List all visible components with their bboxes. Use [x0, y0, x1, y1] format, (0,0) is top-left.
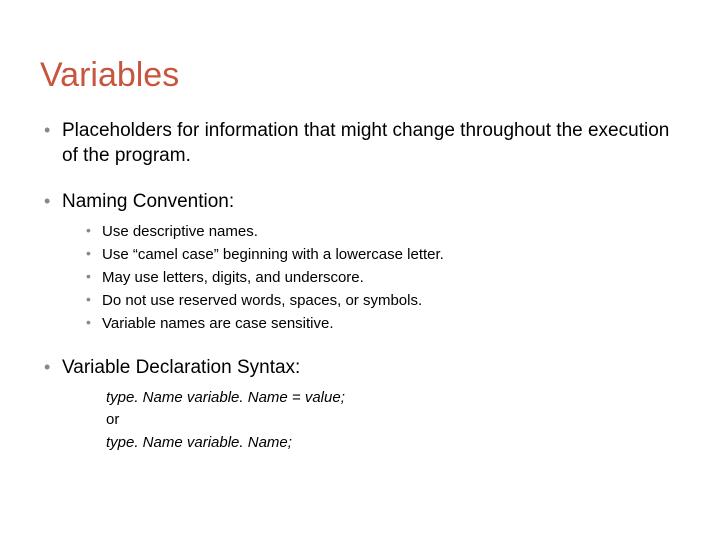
bullet-list: Placeholders for information that might … — [40, 119, 680, 454]
sub-bullet-item: Do not use reserved words, spaces, or sy… — [84, 290, 680, 311]
sub-bullet-item: Use descriptive names. — [84, 221, 680, 242]
sub-bullet-item: Variable names are case sensitive. — [84, 313, 680, 334]
syntax-line: type. Name variable. Name = value; — [106, 387, 680, 410]
syntax-or: or — [106, 409, 680, 432]
syntax-block: type. Name variable. Name = value; or ty… — [106, 387, 680, 455]
slide: Variables Placeholders for information t… — [0, 0, 720, 540]
bullet-text: Variable Declaration Syntax: — [62, 357, 300, 378]
syntax-line: type. Name variable. Name; — [106, 432, 680, 455]
sub-bullet-list: Use descriptive names. Use “camel case” … — [84, 221, 680, 334]
bullet-text: Placeholders for information that might … — [62, 120, 669, 166]
bullet-item: Naming Convention: Use descriptive names… — [40, 190, 680, 334]
bullet-item: Variable Declaration Syntax: type. Name … — [40, 356, 680, 454]
bullet-text: Naming Convention: — [62, 191, 234, 212]
sub-bullet-item: May use letters, digits, and underscore. — [84, 267, 680, 288]
sub-bullet-item: Use “camel case” beginning with a lowerc… — [84, 244, 680, 265]
slide-title: Variables — [40, 56, 680, 95]
bullet-item: Placeholders for information that might … — [40, 119, 680, 168]
